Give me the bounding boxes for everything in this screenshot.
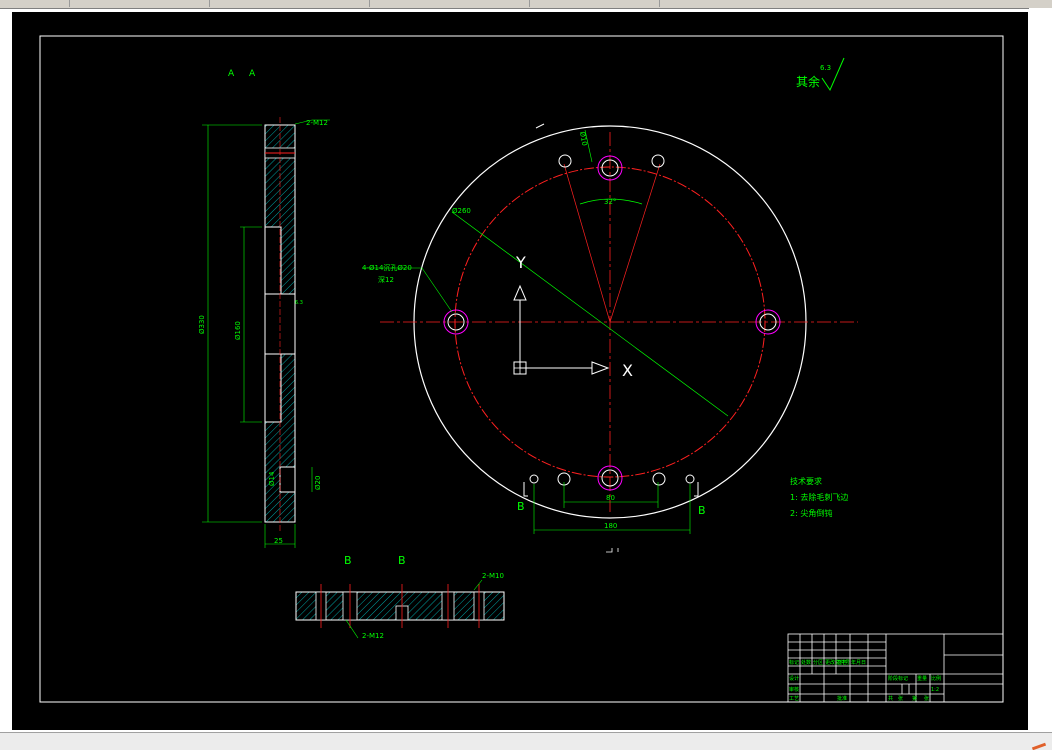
- svg-text:2: 尖角倒钝: 2: 尖角倒钝: [790, 508, 832, 518]
- svg-text:Y: Y: [515, 253, 526, 272]
- window-toolbar: [0, 0, 1052, 9]
- svg-text:第: 第: [912, 695, 917, 702]
- cad-drawing: 标记 处数 分区 更改文件号 签名 年月日 设计 审核 工艺 批准 阶段标记 重…: [39, 35, 1004, 703]
- svg-text:2-M12: 2-M12: [362, 632, 384, 640]
- toolbar-tab-4[interactable]: [370, 0, 530, 7]
- section-aa-view: [202, 117, 330, 548]
- section-label-bb: B B: [344, 554, 406, 567]
- svg-text:25: 25: [274, 537, 283, 545]
- svg-text:2-M10: 2-M10: [482, 572, 504, 580]
- svg-text:处数: 处数: [801, 659, 811, 666]
- svg-text:Ø330: Ø330: [198, 315, 206, 334]
- svg-text:签名: 签名: [837, 659, 847, 666]
- tech-requirements: 技术要求 1: 去除毛刺飞边 2: 尖角倒钝: [790, 476, 848, 518]
- svg-text:X: X: [622, 361, 633, 380]
- right-scroll-area[interactable]: [1029, 8, 1052, 732]
- section-label-aa: A A: [228, 69, 256, 79]
- svg-text:批准: 批准: [837, 695, 847, 702]
- svg-text:重量: 重量: [917, 675, 927, 682]
- svg-text:2-M12: 2-M12: [306, 119, 328, 127]
- svg-text:6.3: 6.3: [820, 64, 831, 72]
- svg-text:B: B: [698, 504, 706, 517]
- svg-text:年月日: 年月日: [851, 659, 866, 666]
- svg-text:张: 张: [898, 695, 903, 702]
- svg-text:80: 80: [606, 494, 615, 502]
- toolbar-tab-3[interactable]: [210, 0, 370, 7]
- svg-text:设计: 设计: [789, 675, 799, 682]
- svg-text:Ø260: Ø260: [452, 207, 471, 215]
- drawing-frame: [39, 35, 1004, 703]
- section-bb-view: [295, 579, 505, 639]
- svg-text:180: 180: [604, 522, 617, 530]
- svg-text:32°: 32°: [604, 198, 616, 206]
- svg-text:B: B: [344, 554, 352, 567]
- svg-text:B: B: [517, 500, 525, 513]
- svg-text:Ø14: Ø14: [268, 471, 276, 486]
- svg-text:4-Ø14沉孔Ø20: 4-Ø14沉孔Ø20: [362, 264, 412, 272]
- svg-text:1:2: 1:2: [931, 687, 939, 693]
- section-aa-dims: 2-M12 Ø330 Ø160 25 Ø14 Ø20 6.3: [198, 119, 328, 545]
- svg-text:其余: 其余: [796, 74, 820, 89]
- status-bar: [0, 732, 1052, 750]
- svg-text:分区: 分区: [813, 659, 823, 666]
- svg-text:A: A: [249, 69, 256, 79]
- svg-text:A: A: [228, 69, 235, 79]
- svg-text:张: 张: [924, 695, 929, 702]
- svg-text:工艺: 工艺: [789, 696, 799, 702]
- surface-finish-symbol: 其余 6.3: [796, 57, 845, 92]
- toolbar-tab-2[interactable]: [70, 0, 210, 7]
- svg-text:B: B: [398, 554, 406, 567]
- toolbar-tab-5[interactable]: [530, 0, 660, 7]
- svg-text:6.3: 6.3: [295, 300, 303, 306]
- svg-text:Ø160: Ø160: [234, 321, 242, 340]
- svg-text:审核: 审核: [789, 686, 799, 693]
- cad-canvas[interactable]: 标记 处数 分区 更改文件号 签名 年月日 设计 审核 工艺 批准 阶段标记 重…: [12, 12, 1028, 730]
- svg-text:阶段标记: 阶段标记: [888, 675, 908, 682]
- svg-text:Ø20: Ø20: [314, 476, 322, 490]
- svg-text:技术要求: 技术要求: [790, 476, 822, 486]
- svg-text:共: 共: [888, 695, 893, 702]
- svg-text:标记: 标记: [789, 659, 799, 666]
- svg-text:深12: 深12: [378, 275, 394, 284]
- toolbar-tab-1[interactable]: [0, 0, 70, 7]
- svg-text:1: 去除毛刺飞边: 1: 去除毛刺飞边: [790, 492, 848, 502]
- svg-text:比例: 比例: [931, 675, 941, 682]
- svg-text:Ø10: Ø10: [578, 131, 588, 147]
- title-block: [787, 633, 1004, 703]
- front-view: [362, 123, 858, 553]
